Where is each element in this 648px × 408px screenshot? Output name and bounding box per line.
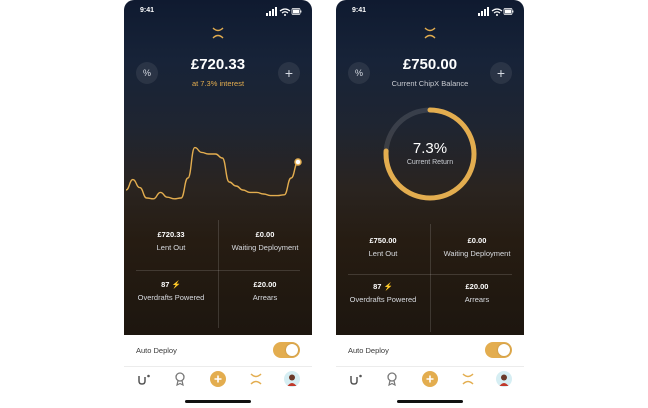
stat-value-row: 87 ⚡	[124, 280, 218, 289]
stat-value: £750.00	[369, 236, 397, 245]
stat-lent-out: £720.33 Lent Out	[124, 230, 218, 252]
stats-grid: £720.33 Lent Out £0.00 Waiting Deploymen…	[124, 220, 312, 330]
stat-value: £20.00	[253, 280, 277, 289]
home-indicator	[397, 400, 463, 403]
chipx-logo-icon[interactable]	[248, 371, 264, 387]
stat-value: £20.00	[465, 282, 489, 291]
dashboard-screen-left: 9:41 % + £720.33 at 7.3% interest £720.3…	[124, 0, 312, 335]
activity-icon[interactable]	[348, 371, 364, 387]
status-icons	[266, 7, 302, 16]
auto-deploy-label: Auto Deploy	[136, 346, 177, 355]
page: 9:41 % + £720.33 at 7.3% interest £720.3…	[0, 0, 648, 408]
balance-history-chart	[125, 146, 302, 200]
award-icon[interactable]	[172, 371, 188, 387]
lightning-icon: ⚡	[383, 282, 393, 291]
tab-bar	[124, 366, 312, 390]
stat-arrears: £20.00 Arrears	[218, 280, 312, 302]
return-label: Current Return	[406, 159, 454, 166]
balance-subtitle: Current ChipX Balance	[391, 79, 469, 88]
stat-overdrafts-powered: 87 ⚡ Overdrafts Powered	[336, 282, 430, 304]
award-icon[interactable]	[384, 371, 400, 387]
stat-waiting-deployment: £0.00 Waiting Deployment	[218, 230, 312, 252]
stat-label: Arrears	[252, 293, 278, 302]
chipx-logo-icon	[212, 27, 224, 39]
stat-value-row: 87 ⚡	[336, 282, 430, 291]
stat-overdrafts-powered: 87 ⚡ Overdrafts Powered	[124, 280, 218, 302]
stat-waiting-deployment: £0.00 Waiting Deployment	[430, 236, 524, 258]
stat-label: Waiting Deployment	[443, 249, 511, 258]
auto-deploy-toggle[interactable]	[485, 342, 512, 358]
stat-value: 87	[373, 282, 382, 291]
interest-rate-text: at 7.3% interest	[191, 79, 245, 88]
lightning-icon: ⚡	[171, 280, 181, 289]
stat-label: Arrears	[464, 295, 490, 304]
tab-bar	[336, 366, 524, 390]
auto-deploy-label: Auto Deploy	[348, 346, 389, 355]
stat-lent-out: £750.00 Lent Out	[336, 236, 430, 258]
chipx-logo-icon[interactable]	[460, 371, 476, 387]
stats-grid: £750.00 Lent Out £0.00 Waiting Deploymen…	[336, 224, 524, 334]
stats-divider-horizontal	[348, 274, 512, 275]
balance-amount: £720.33	[190, 56, 246, 73]
profile-avatar-icon[interactable]	[284, 371, 300, 387]
profile-avatar-icon[interactable]	[496, 371, 512, 387]
auto-deploy-row: Auto Deploy	[336, 336, 524, 364]
chart-series-line	[125, 146, 299, 200]
chipx-logo-icon	[424, 27, 436, 39]
stat-label: Overdrafts Powered	[349, 295, 417, 304]
stat-value: 87	[161, 280, 170, 289]
status-icons	[478, 7, 514, 16]
return-value: 7.3%	[412, 140, 448, 157]
stat-arrears: £20.00 Arrears	[430, 282, 524, 304]
auto-deploy-row: Auto Deploy	[124, 336, 312, 364]
status-bar: 9:41	[336, 6, 524, 18]
stat-value: £0.00	[255, 230, 275, 239]
toggle-knob	[498, 344, 510, 356]
toggle-knob	[286, 344, 298, 356]
stats-divider-horizontal	[136, 270, 300, 271]
stat-value: £0.00	[467, 236, 487, 245]
phone-right: 9:41 % + £750.00 Current ChipX Balance 7…	[336, 0, 524, 408]
activity-icon[interactable]	[136, 371, 152, 387]
chart-current-point	[294, 158, 302, 166]
phone-left: 9:41 % + £720.33 at 7.3% interest £720.3…	[124, 0, 312, 408]
stat-label: Lent Out	[156, 243, 186, 252]
home-indicator	[185, 400, 251, 403]
status-time: 9:41	[140, 7, 155, 14]
stat-label: Overdrafts Powered	[137, 293, 205, 302]
add-icon[interactable]	[422, 371, 438, 387]
add-icon[interactable]	[210, 371, 226, 387]
balance-amount: £750.00	[402, 56, 458, 73]
stat-value: £720.33	[157, 230, 185, 239]
stat-label: Waiting Deployment	[231, 243, 299, 252]
auto-deploy-toggle[interactable]	[273, 342, 300, 358]
stat-label: Lent Out	[368, 249, 398, 258]
status-bar: 9:41	[124, 6, 312, 18]
dashboard-screen-right: 9:41 % + £750.00 Current ChipX Balance 7…	[336, 0, 524, 335]
status-time: 9:41	[352, 7, 367, 14]
